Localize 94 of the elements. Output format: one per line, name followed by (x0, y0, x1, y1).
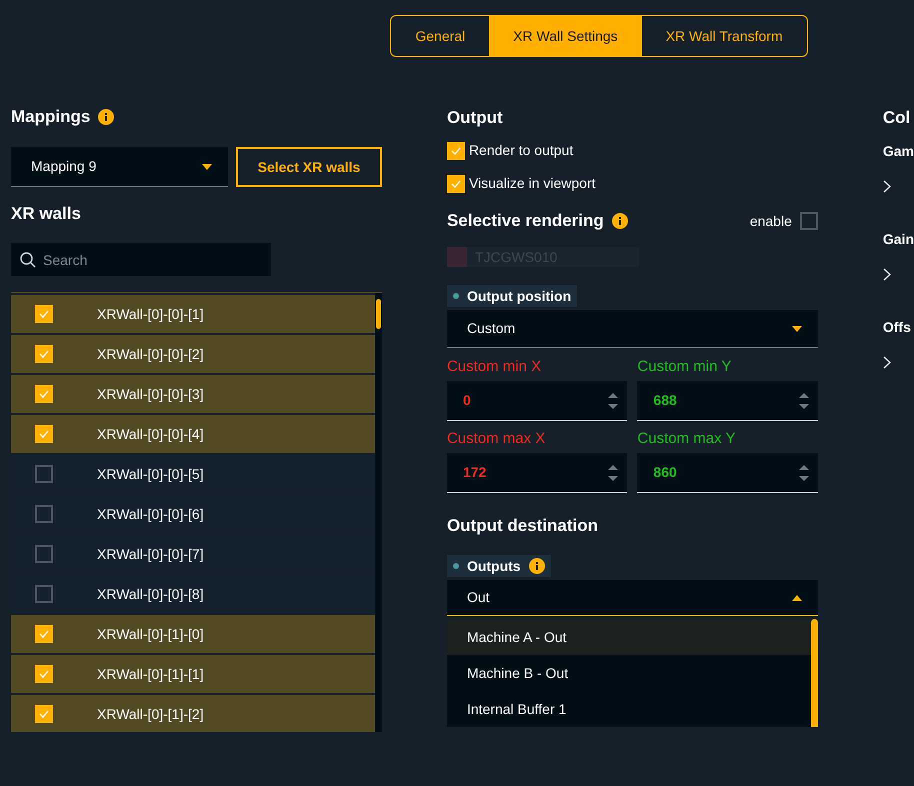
checkbox[interactable] (35, 425, 53, 443)
checkbox[interactable] (35, 625, 53, 643)
checkbox[interactable] (35, 505, 53, 523)
section-title: Col (882, 107, 912, 129)
chevron-right-icon[interactable] (882, 356, 891, 369)
xr-wall-row[interactable]: XRWall-[0]-[0]-[6] (11, 495, 375, 533)
checkbox[interactable] (35, 705, 53, 723)
dropdown-option[interactable]: Machine A - Out (446, 619, 811, 655)
checkbox[interactable] (800, 212, 818, 230)
xr-wall-row[interactable]: XRWall-[0]-[1]-[2] (11, 695, 375, 732)
section-title: Mappings (11, 106, 90, 128)
xr-wall-label: XRWall-[0]-[0]-[8] (97, 584, 204, 604)
section-title: Selective rendering (446, 210, 604, 232)
caret-icon (792, 594, 802, 600)
checkbox[interactable] (446, 142, 465, 160)
xr-wall-label: XRWall-[0]-[0]-[6] (97, 504, 204, 524)
field-label: Custom min Y (637, 357, 732, 376)
outputs-label: Outputs (446, 555, 551, 577)
number-field[interactable]: 172 (446, 453, 628, 493)
field-label: Custom min X (446, 357, 542, 376)
spinner-arrows-icon[interactable] (607, 464, 620, 482)
number-field[interactable]: 860 (637, 453, 818, 493)
xr-wall-label: XRWall-[0]-[0]-[4] (97, 424, 204, 444)
dropdown-option[interactable]: Internal Buffer 1 (446, 691, 811, 727)
outputs-dropdown[interactable]: Out (446, 580, 818, 616)
chevron-right-icon[interactable] (882, 268, 891, 281)
checkmark-icon (39, 670, 49, 678)
chevron-right-icon[interactable] (882, 180, 891, 193)
mapping-dropdown[interactable]: Mapping 9 (11, 147, 228, 187)
checkbox[interactable] (35, 585, 53, 603)
number-field[interactable]: 0 (446, 381, 628, 421)
checkbox-label: Render to output (468, 141, 574, 160)
enable-label: enable (750, 212, 792, 230)
xr-wall-label: XRWall-[0]-[1]-[2] (97, 704, 204, 724)
checkmark-icon (450, 146, 461, 154)
checkbox-label: Visualize in viewport (468, 174, 596, 193)
select-xr-walls-button[interactable]: Select XR walls (236, 147, 382, 187)
dropdown-option[interactable]: Machine B - Out (446, 655, 811, 691)
checkmark-icon (39, 350, 49, 358)
section-title: Output (446, 107, 504, 129)
caret-icon (202, 164, 212, 170)
checkmark-icon (450, 180, 461, 188)
xr-wall-row[interactable]: XRWall-[0]-[0]-[7] (11, 535, 375, 573)
field-label: Custom max X (446, 429, 546, 448)
checkbox[interactable] (35, 385, 53, 403)
xr-wall-row[interactable]: XRWall-[0]-[0]-[2] (11, 335, 375, 373)
xr-wall-label: XRWall-[0]-[0]-[2] (97, 344, 204, 364)
checkbox[interactable] (35, 305, 53, 323)
tab[interactable]: General (391, 16, 490, 56)
xr-wall-row[interactable]: XRWall-[0]-[1]-[0] (11, 615, 375, 653)
spinner-arrows-icon[interactable] (607, 392, 620, 410)
section-title: Output destination (446, 515, 600, 537)
number-field[interactable]: 688 (637, 381, 818, 421)
output-position-dropdown[interactable]: Custom (446, 310, 818, 348)
checkmark-icon (39, 630, 49, 638)
info-icon (98, 109, 114, 125)
output-position-label: Output position (446, 285, 578, 307)
search-field[interactable]: Search (11, 243, 271, 276)
group-title: Gain (882, 230, 914, 249)
xr-wall-label: XRWall-[0]-[0]-[3] (97, 384, 204, 404)
checkbox[interactable] (35, 665, 53, 683)
checkmark-icon (39, 710, 49, 718)
checkbox[interactable] (446, 174, 465, 192)
checkbox[interactable] (35, 465, 53, 483)
checkmark-icon (39, 310, 49, 318)
tab[interactable]: XR Wall Transform (642, 16, 807, 56)
xr-wall-row[interactable]: XRWall-[0]-[0]-[5] (11, 455, 375, 493)
color-swatch (446, 247, 467, 267)
group-title: Gam (882, 142, 914, 161)
xr-wall-row[interactable]: XRWall-[0]-[0]-[3] (11, 375, 375, 413)
xr-wall-row[interactable]: XRWall-[0]-[0]-[1] (11, 295, 375, 333)
xr-wall-label: XRWall-[0]-[0]-[1] (97, 304, 204, 324)
checkbox[interactable] (35, 545, 53, 563)
spinner-arrows-icon[interactable] (798, 392, 810, 410)
scrollbar-thumb[interactable] (376, 299, 381, 329)
xr-wall-row[interactable]: XRWall-[0]-[0]-[4] (11, 415, 375, 453)
tab[interactable]: XR Wall Settings (489, 16, 642, 56)
xr-wall-row[interactable]: XRWall-[0]-[0]-[8] (11, 575, 375, 613)
spinner-arrows-icon[interactable] (798, 464, 810, 482)
section-title: XR walls (11, 203, 82, 225)
xr-wall-label: XRWall-[0]-[0]-[7] (97, 544, 204, 564)
checkbox[interactable] (35, 345, 53, 363)
info-icon (612, 213, 628, 229)
caret-icon (792, 326, 802, 332)
group-title: Offs (882, 318, 912, 337)
checkmark-icon (39, 390, 49, 398)
xr-wall-label: XRWall-[0]-[1]-[0] (97, 624, 204, 644)
info-icon (528, 558, 545, 574)
checkmark-icon (39, 430, 49, 438)
xr-wall-label: XRWall-[0]-[1]-[1] (97, 664, 204, 684)
xr-wall-row[interactable]: XRWall-[0]-[1]-[1] (11, 655, 375, 693)
xr-wall-label: XRWall-[0]-[0]-[5] (97, 464, 204, 484)
search-icon (19, 251, 37, 269)
field-label: Custom max Y (637, 429, 736, 448)
